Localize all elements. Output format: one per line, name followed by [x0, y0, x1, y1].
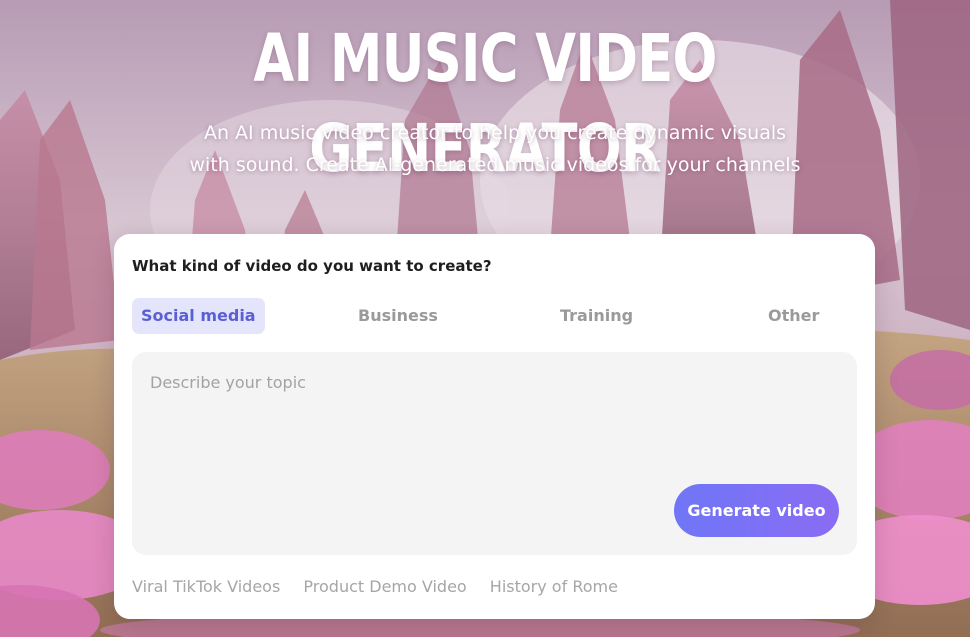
suggestion-history-of-rome[interactable]: History of Rome — [490, 577, 618, 596]
suggestion-viral-tiktok[interactable]: Viral TikTok Videos — [132, 577, 280, 596]
form-prompt: What kind of video do you want to create… — [132, 257, 492, 275]
tab-other[interactable]: Other — [768, 298, 819, 334]
topic-input[interactable]: Describe your topic Generate video — [132, 352, 857, 555]
generate-video-button[interactable]: Generate video — [674, 484, 839, 537]
video-type-tabs: Social media Business Training Other — [132, 298, 856, 334]
video-creation-card: What kind of video do you want to create… — [114, 234, 875, 619]
suggestion-list: Viral TikTok Videos Product Demo Video H… — [132, 577, 636, 599]
subtitle-line-1: An AI music video creator to help you cr… — [203, 122, 787, 144]
subtitle-line-2: with sound. Create AI-generated music vi… — [189, 154, 801, 176]
suggestion-product-demo[interactable]: Product Demo Video — [303, 577, 466, 596]
tab-social-media[interactable]: Social media — [132, 298, 265, 334]
tab-training[interactable]: Training — [560, 298, 633, 334]
topic-placeholder: Describe your topic — [150, 373, 306, 392]
tab-business[interactable]: Business — [358, 298, 438, 334]
page-subtitle: An AI music video creator to help you cr… — [150, 117, 840, 181]
